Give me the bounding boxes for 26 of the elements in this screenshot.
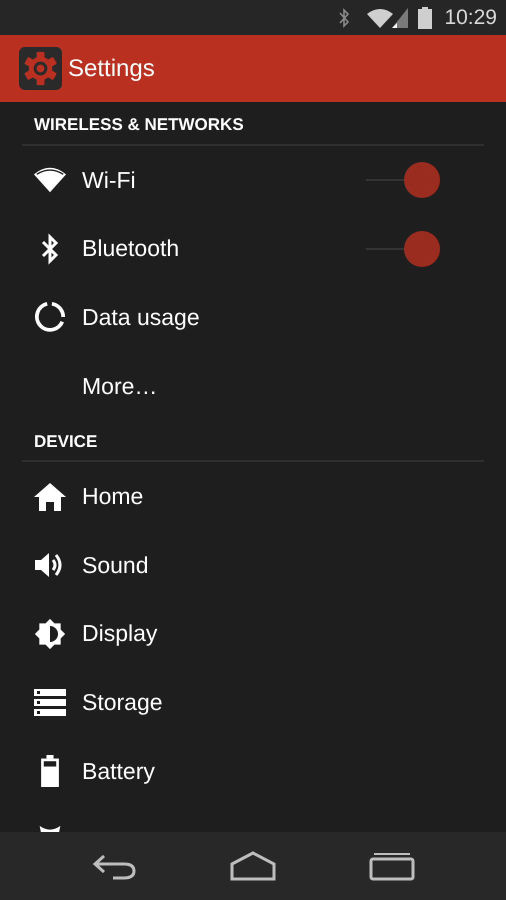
data-usage-icon — [33, 301, 67, 334]
setting-label[interactable]: Battery — [82, 758, 440, 785]
setting-label[interactable]: Sound — [82, 552, 440, 579]
section-header: DEVICE — [22, 420, 484, 462]
setting-label[interactable]: Bluetooth — [82, 235, 366, 262]
brightness-icon — [33, 618, 67, 650]
recent-apps-button[interactable] — [368, 851, 416, 881]
storage-icon — [33, 686, 67, 718]
battery-icon — [418, 6, 432, 28]
section-header: WIRELESS & NETWORKS — [22, 102, 484, 146]
home-button[interactable] — [228, 851, 277, 881]
toggle-switch[interactable] — [366, 230, 440, 267]
setting-label[interactable]: Home — [82, 483, 440, 510]
clock-time: 10:29 — [444, 6, 497, 30]
setting-label[interactable]: Display — [82, 620, 440, 648]
home-icon — [33, 480, 67, 513]
gear-icon[interactable] — [19, 47, 62, 90]
setting-label[interactable]: Data usage — [82, 304, 440, 331]
wifi-icon — [366, 8, 394, 28]
app-title: Settings — [68, 54, 155, 82]
setting-label[interactable]: Storage — [82, 688, 440, 716]
toggle-switch[interactable] — [366, 162, 440, 198]
setting-label[interactable]: More… — [82, 372, 440, 400]
setting-label[interactable]: Wi-Fi — [82, 166, 366, 194]
bluetooth-icon — [338, 8, 350, 28]
signal-icon — [392, 8, 408, 28]
